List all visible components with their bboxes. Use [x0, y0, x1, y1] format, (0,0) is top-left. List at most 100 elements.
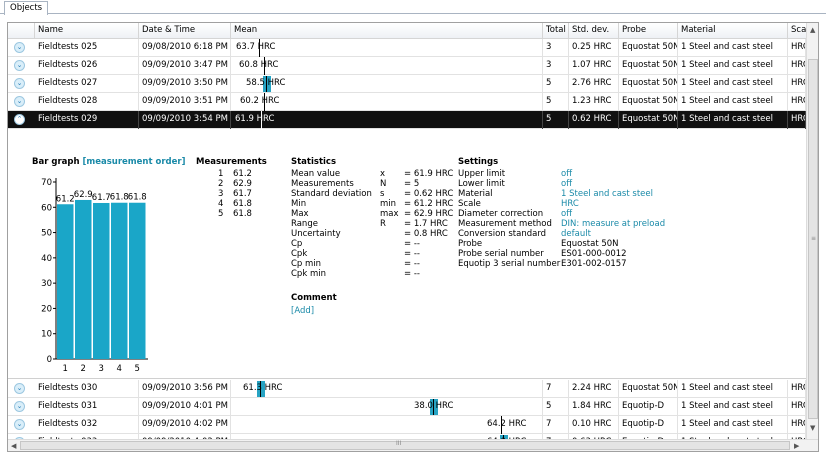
setting-value-link[interactable]: off — [561, 179, 572, 189]
cell-datetime: 09/09/2010 3:56 PM — [139, 380, 231, 398]
stat-value: = 62.9 HRC — [404, 209, 454, 219]
setting-label: Scale — [458, 199, 481, 209]
expand-icon[interactable]: ⌄ — [14, 60, 25, 71]
expand-icon[interactable]: ⌄ — [14, 42, 25, 53]
cell-std: 1.23 HRC — [569, 93, 619, 111]
scroll-left-icon[interactable]: ◀ — [11, 441, 16, 451]
setting-value-link[interactable]: DIN: measure at preload — [561, 219, 665, 229]
cell-datetime: 09/09/2010 3:50 PM — [139, 75, 231, 93]
table-row[interactable]: ⌄ Fieldtests 031 09/09/2010 4:01 PM 5 1.84 H… — [8, 398, 806, 416]
header-material[interactable]: Material — [678, 23, 788, 39]
expand-icon[interactable]: ⌄ — [14, 78, 25, 89]
objects-grid: Name Date & Time Mean Total Std. dev. Pr… — [7, 22, 819, 452]
cell-datetime: 09/09/2010 3:51 PM — [139, 93, 231, 111]
setting-value-link[interactable]: default — [561, 229, 591, 239]
header-std-dev[interactable]: Std. dev. — [569, 23, 619, 39]
cell-name: Fieldtests 028 — [35, 93, 139, 111]
stat-value: = 61.2 HRC — [404, 199, 454, 209]
stat-value: = 1.7 HRC — [404, 219, 448, 229]
expand-icon[interactable]: ⌄ — [14, 401, 25, 412]
scroll-down-icon[interactable]: ▼ — [810, 423, 815, 433]
stat-label: Max — [291, 209, 309, 219]
header-expander — [8, 23, 35, 39]
detail-panel: Bar graph [measurement order] 0 10 20 30 40 5… — [8, 146, 806, 379]
measurement-value: 61.2 — [233, 169, 252, 179]
setting-value: E301-002-0157 — [561, 259, 627, 269]
header-probe[interactable]: Probe — [619, 23, 678, 39]
header-name[interactable]: Name — [35, 23, 139, 39]
bar-data-label: 61.2 — [56, 194, 75, 204]
horizontal-scroll-thumb[interactable]: III — [20, 440, 790, 450]
table-row[interactable]: ⌄ Fieldtests 026 09/09/2010 3:47 PM 3 1.07 H… — [8, 57, 806, 75]
cell-mean — [231, 398, 543, 416]
comment-add-link[interactable]: [Add] — [291, 306, 314, 316]
mean-value: 61.9 HRC — [235, 114, 275, 124]
collapse-icon[interactable]: ⌃ — [14, 114, 25, 125]
cell-name: Fieldtests 027 — [35, 75, 139, 93]
header-mean[interactable]: Mean — [231, 23, 543, 39]
measurement-index: 5 — [218, 209, 224, 219]
y-tick-label: 70 — [41, 178, 52, 188]
cell-total: 5 — [543, 398, 569, 416]
stat-label: Cpk min — [291, 269, 326, 279]
header-datetime[interactable]: Date & Time — [139, 23, 231, 39]
cell-material: 1 Steel and cast steel — [678, 75, 788, 93]
tab-objects[interactable]: Objects — [4, 1, 49, 15]
setting-label: Equotip 3 serial number — [458, 259, 561, 269]
mean-value: 60.2 HRC — [240, 96, 280, 106]
stat-label: Uncertainty — [291, 229, 341, 239]
mean-value: 63.7 HRC — [236, 42, 276, 52]
table-row[interactable]: ⌄ Fieldtests 025 09/08/2010 6:18 PM 3 0.25 H… — [8, 39, 806, 57]
cell-total: 7 — [543, 416, 569, 434]
y-tick-label: 60 — [41, 203, 52, 213]
grid-header: Name Date & Time Mean Total Std. dev. Pr… — [8, 23, 806, 39]
stat-value: = 0.62 HRC — [404, 189, 454, 199]
measurement-value: 61.8 — [233, 199, 252, 209]
stat-symbol: N — [380, 179, 387, 189]
header-total[interactable]: Total — [543, 23, 569, 39]
cell-datetime: 09/09/2010 3:47 PM — [139, 57, 231, 75]
table-row[interactable]: ⌄ Fieldtests 027 09/09/2010 3:50 PM 5 2.76 H… — [8, 75, 806, 93]
bar — [111, 202, 128, 359]
cell-probe: Equostat 50N — [619, 57, 678, 75]
measurement-value: 61.8 — [233, 209, 252, 219]
horizontal-scrollbar[interactable]: ◀ III ▶ — [8, 439, 818, 451]
table-row[interactable]: ⌃ Fieldtests 029 09/09/2010 3:54 PM 5 0.62 H… — [8, 111, 806, 129]
mean-value: 58.5 HRC — [246, 78, 286, 88]
scroll-up-icon[interactable]: ▲ — [810, 25, 815, 35]
expand-icon[interactable]: ⌄ — [14, 383, 25, 394]
cell-name: Fieldtests 025 — [35, 39, 139, 57]
vertical-scrollbar[interactable]: ▲ ≡ ▼ — [806, 23, 818, 439]
stat-symbol: R — [380, 219, 386, 229]
y-tick-label: 30 — [41, 279, 52, 289]
table-row[interactable]: ⌄ Fieldtests 028 09/09/2010 3:51 PM 5 1.23 H… — [8, 93, 806, 111]
table-row[interactable]: ⌄ Fieldtests 030 09/09/2010 3:56 PM 7 2.24 H… — [8, 380, 806, 398]
cell-scale: HRC — [788, 93, 806, 111]
cell-std: 2.24 HRC — [569, 380, 619, 398]
bar — [75, 199, 92, 359]
setting-label: Upper limit — [458, 169, 506, 179]
statistics-title: Statistics — [291, 157, 337, 167]
expand-icon[interactable]: ⌄ — [14, 96, 25, 107]
table-row[interactable]: ⌄ Fieldtests 032 09/09/2010 4:02 PM 7 0.10 H… — [8, 416, 806, 434]
measurements-title: Measurements — [196, 157, 267, 167]
setting-value-link[interactable]: HRC — [561, 199, 579, 209]
cell-name: Fieldtests 026 — [35, 57, 139, 75]
expand-icon[interactable]: ⌄ — [14, 419, 25, 430]
cell-datetime: 09/09/2010 4:01 PM — [139, 398, 231, 416]
x-tick-label: 4 — [117, 364, 122, 374]
cell-scale: HRC — [788, 75, 806, 93]
mean-value: 61.3 HRC — [243, 383, 283, 393]
setting-value-link[interactable]: off — [561, 169, 572, 179]
vertical-scroll-thumb[interactable]: ≡ — [808, 59, 818, 419]
header-scale[interactable]: Scale — [788, 23, 806, 39]
setting-value-link[interactable]: 1 Steel and cast steel — [561, 189, 653, 199]
mean-value: 64.2 HRC — [487, 419, 527, 429]
cell-probe: Equotip-D — [619, 398, 678, 416]
setting-label: Probe — [458, 239, 483, 249]
scroll-right-icon[interactable]: ▶ — [794, 441, 799, 451]
measurement-index: 3 — [218, 189, 224, 199]
bar-data-label: 61.7 — [92, 193, 111, 203]
cell-datetime: 09/08/2010 6:18 PM — [139, 39, 231, 57]
setting-value-link[interactable]: off — [561, 209, 572, 219]
